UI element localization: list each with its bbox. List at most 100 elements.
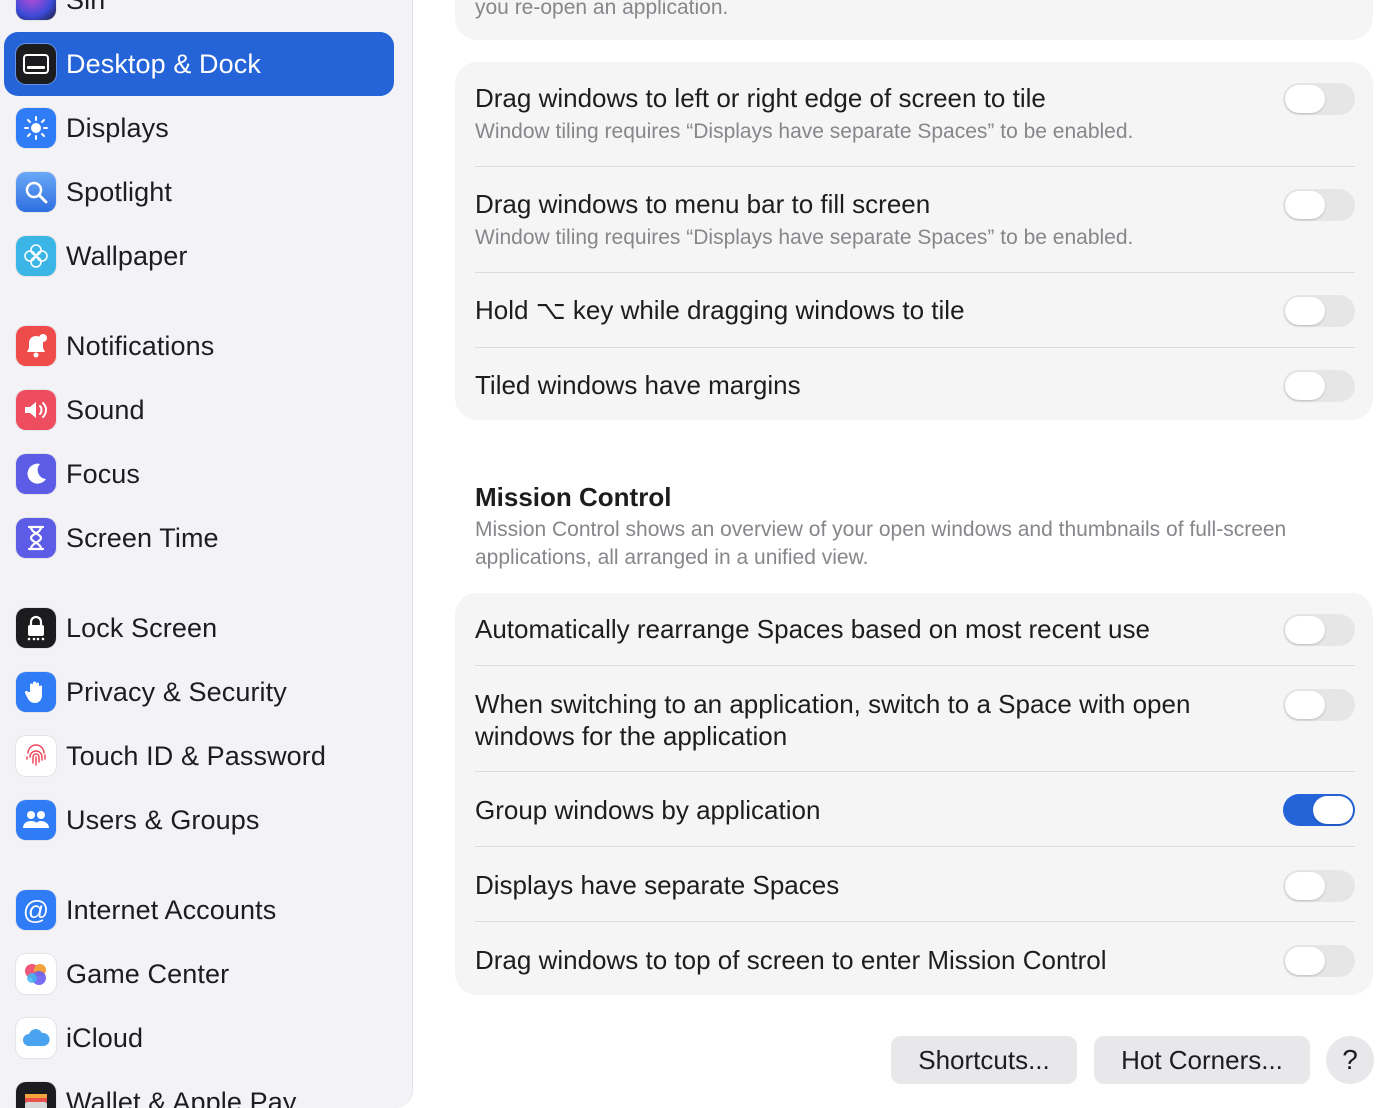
sidebar-item-label: Siri: [66, 0, 105, 16]
sidebar-item-desktop-dock[interactable]: Desktop & Dock: [4, 32, 394, 96]
sidebar-item-users-groups[interactable]: Users & Groups: [4, 788, 394, 852]
sidebar-item-sound[interactable]: Sound: [4, 378, 394, 442]
sidebar-item-displays[interactable]: Displays: [4, 96, 394, 160]
settings-group-top: you re-open an application.: [455, 0, 1373, 40]
speaker-icon: [16, 390, 56, 430]
sidebar-item-label: Sound: [66, 394, 145, 425]
settings-group-mission-control: Automatically rearrange Spaces based on …: [455, 593, 1373, 995]
divider: [475, 665, 1355, 666]
settings-group-tiling: Drag windows to left or right edge of sc…: [455, 62, 1373, 420]
sidebar-item-label: Notifications: [66, 330, 215, 361]
sidebar-item-internet-accounts[interactable]: @ Internet Accounts: [4, 878, 394, 942]
toggle-hold-option-tile[interactable]: [1283, 295, 1355, 327]
sidebar-item-lock-screen[interactable]: Lock Screen: [4, 596, 394, 660]
shortcuts-button[interactable]: Shortcuts...: [891, 1036, 1077, 1084]
divider: [475, 347, 1355, 348]
sidebar-item-spotlight[interactable]: Spotlight: [4, 160, 394, 224]
setting-title: Drag windows to menu bar to fill screen: [475, 189, 931, 219]
sidebar-item-game-center[interactable]: Game Center: [4, 942, 394, 1006]
toggle-tile-edge[interactable]: [1283, 83, 1355, 115]
setting-title: Drag windows to top of screen to enter M…: [475, 945, 1107, 975]
sidebar-item-label: Screen Time: [66, 522, 219, 553]
hot-corners-button[interactable]: Hot Corners...: [1094, 1036, 1310, 1084]
sidebar-item-label: Spotlight: [66, 176, 172, 207]
toggle-knob: [1285, 947, 1325, 975]
sidebar-item-label: Users & Groups: [66, 804, 260, 835]
sidebar-item-label: Wallpaper: [66, 240, 188, 271]
setting-title: Automatically rearrange Spaces based on …: [475, 614, 1150, 644]
cutoff-description: you re-open an application.: [475, 0, 729, 19]
sidebar-item-wallet[interactable]: Wallet & Apple Pay: [4, 1070, 394, 1108]
setting-title: Hold ⌥ key while dragging windows to til…: [475, 295, 965, 325]
sidebar-item-label: Game Center: [66, 958, 230, 989]
setting-row: Hold ⌥ key while dragging windows to til…: [475, 292, 1355, 332]
sidebar-item-privacy-security[interactable]: Privacy & Security: [4, 660, 394, 724]
toggle-knob: [1285, 85, 1325, 113]
desktop-dock-icon: [16, 44, 56, 84]
sidebar-item-icloud[interactable]: iCloud: [4, 1006, 394, 1070]
toggle-rearrange-spaces[interactable]: [1283, 614, 1355, 646]
setting-row: Drag windows to top of screen to enter M…: [475, 942, 1355, 982]
hourglass-icon: [16, 518, 56, 558]
main-content: you re-open an application. Drag windows…: [413, 0, 1398, 1108]
setting-row: Drag windows to left or right edge of sc…: [475, 80, 1355, 166]
setting-row: Tiled windows have margins: [475, 367, 1355, 407]
sidebar-item-label: Desktop & Dock: [66, 48, 261, 79]
sidebar-item-touch-id[interactable]: Touch ID & Password: [4, 724, 394, 788]
setting-subtitle: Window tiling requires “Displays have se…: [475, 120, 1134, 143]
sidebar-item-label: Lock Screen: [66, 612, 218, 643]
toggle-knob: [1285, 691, 1325, 719]
divider: [475, 771, 1355, 772]
divider: [475, 921, 1355, 922]
toggle-tiled-margins[interactable]: [1283, 370, 1355, 402]
users-icon: [16, 800, 56, 840]
divider: [475, 166, 1355, 167]
cloud-icon: [16, 1018, 56, 1058]
toggle-knob: [1285, 616, 1325, 644]
setting-title: Displays have separate Spaces: [475, 870, 840, 900]
toggle-switch-to-space[interactable]: [1283, 689, 1355, 721]
setting-row: Displays have separate Spaces: [475, 867, 1355, 907]
moon-icon: [16, 454, 56, 494]
sidebar: Siri Desktop & Dock Displays Spotlight W…: [0, 0, 413, 1108]
sidebar-item-label: Touch ID & Password: [66, 740, 327, 771]
setting-title: Drag windows to left or right edge of sc…: [475, 83, 1046, 113]
lock-icon: [16, 608, 56, 648]
sidebar-item-wallpaper[interactable]: Wallpaper: [4, 224, 394, 288]
section-description: Mission Control shows an overview of you…: [475, 518, 1287, 569]
sidebar-item-label: Displays: [66, 112, 169, 143]
at-sign-icon: @: [16, 890, 56, 930]
setting-title: Tiled windows have margins: [475, 370, 801, 400]
toggle-menu-bar-fill[interactable]: [1283, 189, 1355, 221]
toggle-drag-top-mission-control[interactable]: [1283, 945, 1355, 977]
setting-row: Drag windows to menu bar to fill screen …: [475, 186, 1355, 272]
sidebar-item-screen-time[interactable]: Screen Time: [4, 506, 394, 570]
hand-icon: [16, 672, 56, 712]
sidebar-item-label: Privacy & Security: [66, 676, 287, 707]
toggle-knob: [1285, 191, 1325, 219]
sidebar-item-label: Wallet & Apple Pay: [66, 1086, 297, 1108]
sidebar-item-notifications[interactable]: Notifications: [4, 314, 394, 378]
game-center-icon: [16, 954, 56, 994]
divider: [475, 846, 1355, 847]
fingerprint-icon: [16, 736, 56, 776]
sidebar-item-focus[interactable]: Focus: [4, 442, 394, 506]
flower-icon: [16, 236, 56, 276]
toggle-knob: [1285, 872, 1325, 900]
setting-row: Automatically rearrange Spaces based on …: [475, 611, 1355, 651]
toggle-knob: [1285, 297, 1325, 325]
setting-row: Group windows by application: [475, 792, 1355, 832]
setting-subtitle: Window tiling requires “Displays have se…: [475, 226, 1134, 249]
setting-title: When switching to an application, switch…: [475, 689, 1191, 751]
bell-icon: [16, 326, 56, 366]
wallet-icon: [16, 1082, 56, 1108]
sidebar-item-siri[interactable]: Siri: [4, 0, 394, 32]
section-title: Mission Control: [475, 482, 672, 512]
toggle-separate-spaces[interactable]: [1283, 870, 1355, 902]
toggle-group-windows[interactable]: [1283, 794, 1355, 826]
setting-title: Group windows by application: [475, 795, 821, 825]
help-button[interactable]: ?: [1326, 1036, 1374, 1084]
toggle-knob: [1285, 372, 1325, 400]
sidebar-item-label: Internet Accounts: [66, 894, 277, 925]
toggle-knob: [1313, 796, 1353, 824]
